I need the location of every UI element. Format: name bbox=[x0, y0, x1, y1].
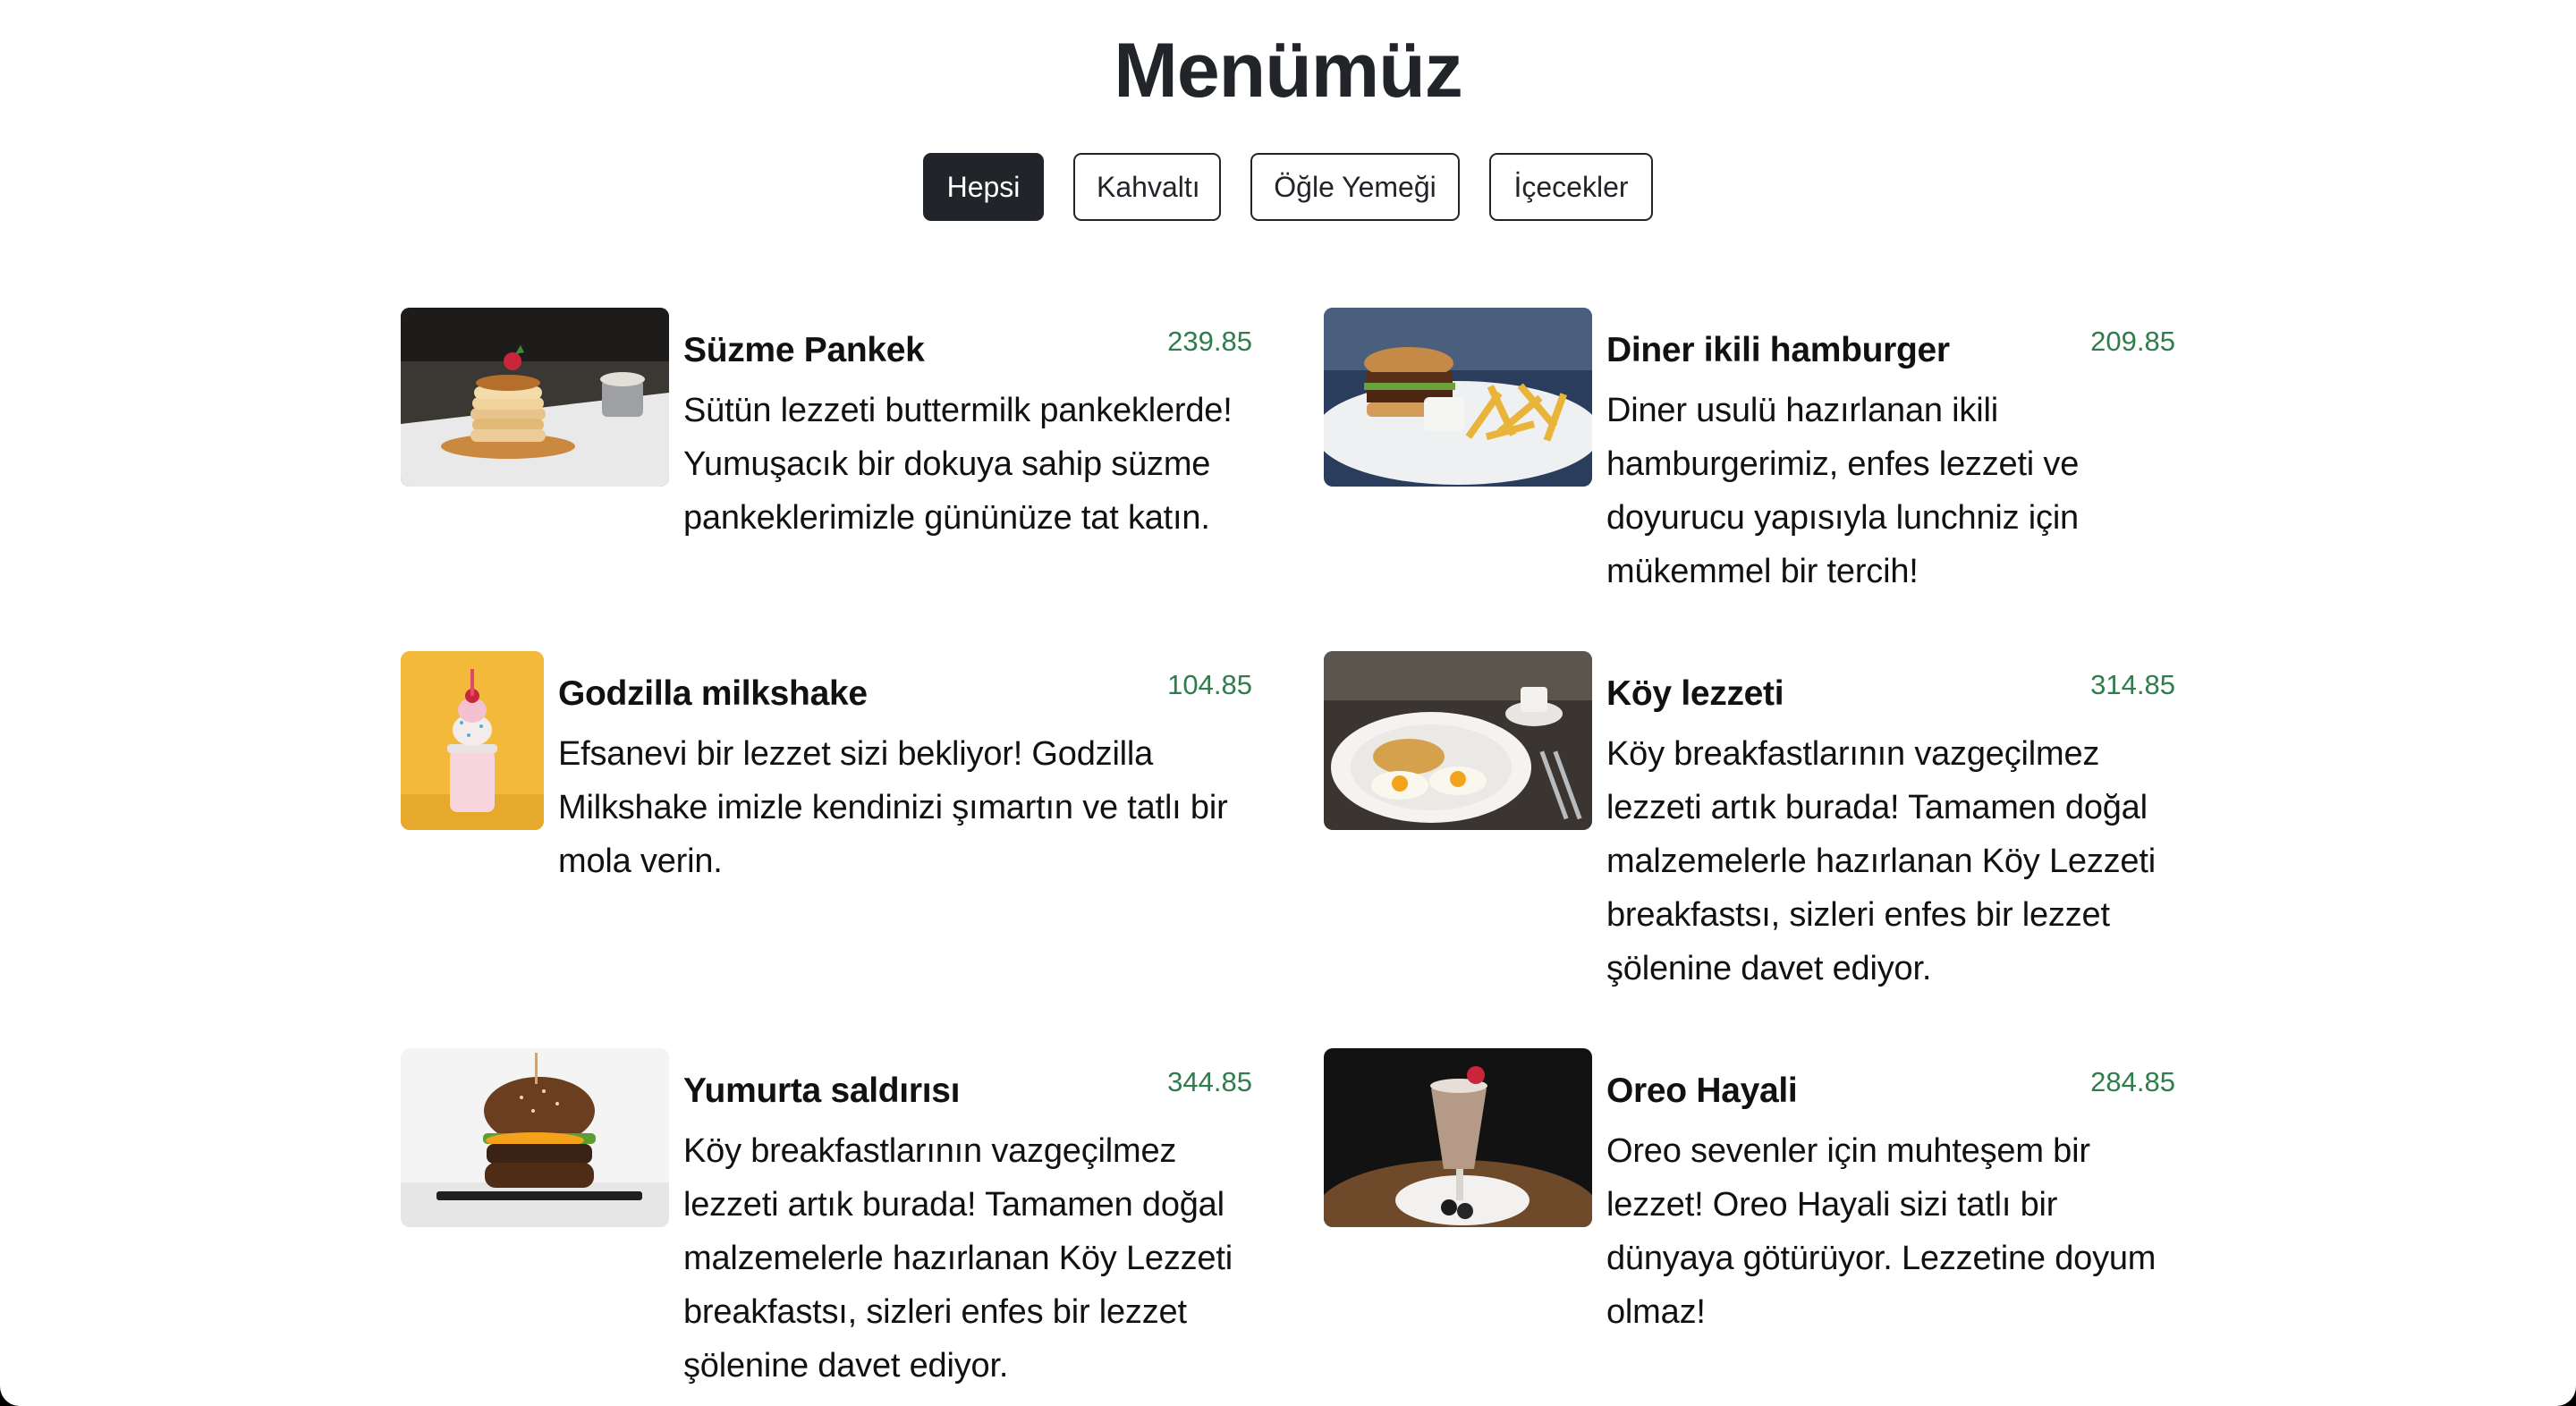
menu-item-card: Oreo Hayali 284.85 Oreo sevenler için mu… bbox=[1324, 1048, 2175, 1406]
filter-lunch-button[interactable]: Öğle Yemeği bbox=[1250, 153, 1460, 221]
menu-page: Menümüz Hepsi Kahvaltı Öğle Yemeği İçece… bbox=[0, 0, 2576, 1406]
item-price: 284.85 bbox=[2090, 1066, 2175, 1097]
item-price: 239.85 bbox=[1167, 326, 1252, 357]
filter-drinks-button[interactable]: İçecekler bbox=[1489, 153, 1653, 221]
page-title: Menümüz bbox=[1114, 28, 1463, 114]
item-price: 104.85 bbox=[1167, 669, 1252, 700]
item-description: Sütün lezzeti buttermilk pankeklerde! Yu… bbox=[683, 392, 1233, 537]
item-name: Oreo Hayali bbox=[1606, 1071, 1798, 1110]
category-filter-bar: Hepsi Kahvaltı Öğle Yemeği İçecekler bbox=[0, 153, 2576, 221]
burger-and-fries-photo bbox=[1324, 308, 1592, 487]
item-name: Süzme Pankek bbox=[683, 331, 925, 369]
menu-item-card: Süzme Pankek 239.85 Sütün lezzeti butter… bbox=[401, 308, 1252, 612]
item-description: Efsanevi bir lezzet sizi bekliyor! Godzi… bbox=[558, 735, 1228, 880]
pancake-stack-photo bbox=[401, 308, 669, 487]
menu-item-card: Diner ikili hamburger 209.85 Diner usulü… bbox=[1324, 308, 2175, 612]
filter-breakfast-button[interactable]: Kahvaltı bbox=[1073, 153, 1221, 221]
item-description: Oreo sevenler için muhteşem bir lezzet! … bbox=[1606, 1132, 2157, 1331]
item-description: Köy breakfastlarının vazgeçilmez lezzeti… bbox=[683, 1132, 1233, 1385]
item-name: Godzilla milkshake bbox=[558, 674, 868, 713]
item-name: Diner ikili hamburger bbox=[1606, 331, 1950, 369]
menu-item-card: Köy lezzeti 314.85 Köy breakfastlarının … bbox=[1324, 651, 2175, 1009]
item-price: 209.85 bbox=[2090, 326, 2175, 357]
item-price: 344.85 bbox=[1167, 1066, 1252, 1097]
item-name: Yumurta saldırısı bbox=[683, 1071, 961, 1110]
eggs-breakfast-plate-photo bbox=[1324, 651, 1592, 830]
milkshake-jar-photo bbox=[401, 651, 544, 830]
egg-burger-photo bbox=[401, 1048, 669, 1227]
item-description: Köy breakfastlarının vazgeçilmez lezzeti… bbox=[1606, 735, 2156, 987]
item-name: Köy lezzeti bbox=[1606, 674, 1784, 713]
menu-item-card: Yumurta saldırısı 344.85 Köy breakfastla… bbox=[401, 1048, 1252, 1406]
menu-item-card: Godzilla milkshake 104.85 Efsanevi bir l… bbox=[401, 651, 1252, 1009]
item-description: Diner usulü hazırlanan ikili hamburgerim… bbox=[1606, 392, 2080, 590]
item-price: 314.85 bbox=[2090, 669, 2175, 700]
oreo-milkshake-photo bbox=[1324, 1048, 1592, 1227]
filter-all-button[interactable]: Hepsi bbox=[923, 153, 1044, 221]
